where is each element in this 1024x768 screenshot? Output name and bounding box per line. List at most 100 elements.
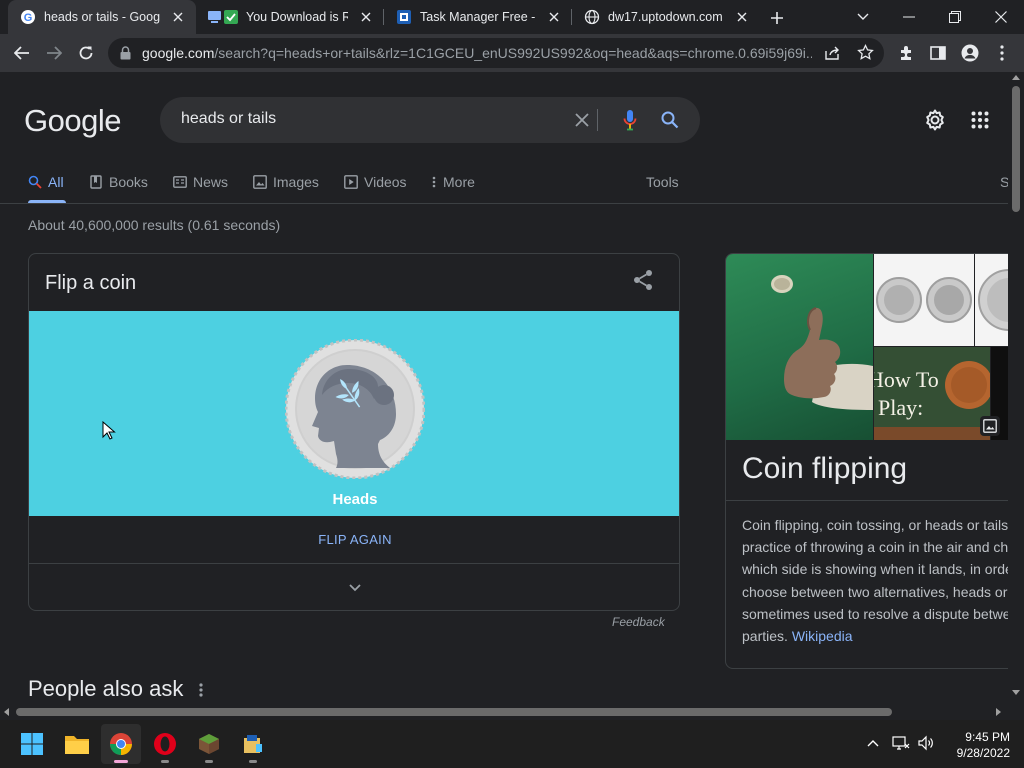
forward-button[interactable] (39, 38, 69, 68)
system-clock[interactable]: 9:45 PM 9/28/2022 (944, 729, 1010, 761)
close-tab-icon[interactable] (356, 7, 376, 27)
close-tab-icon[interactable] (168, 7, 188, 27)
close-tab-icon[interactable] (732, 7, 752, 27)
people-also-ask-heading: People also ask (28, 676, 184, 701)
tab-videos[interactable]: Videos (344, 172, 407, 192)
chevron-down-icon[interactable] (343, 576, 367, 600)
search-query[interactable]: heads or tails (181, 110, 276, 128)
coin-stage[interactable]: Heads (29, 311, 679, 516)
voice-search-icon[interactable] (618, 108, 642, 132)
app-installer-icon[interactable] (233, 724, 273, 764)
minecraft-icon[interactable] (189, 724, 229, 764)
back-button[interactable] (7, 38, 37, 68)
extensions-icon[interactable] (891, 38, 921, 68)
clear-search-icon[interactable] (570, 108, 594, 132)
thumbs-up-coin-image[interactable] (726, 254, 873, 440)
file-explorer-icon[interactable] (57, 724, 97, 764)
how-to-play-image[interactable]: How To Play: (874, 347, 990, 440)
opera-icon[interactable] (145, 724, 185, 764)
tools-button[interactable]: Tools (646, 172, 679, 192)
tab-google-search[interactable]: G heads or tails - Google (8, 0, 196, 34)
share-icon[interactable] (631, 268, 655, 292)
coin-heads-image[interactable] (284, 338, 426, 480)
more-options-icon[interactable] (196, 680, 206, 700)
feedback-link[interactable]: Feedback (612, 615, 665, 629)
tab-task-manager[interactable]: Task Manager Free - M (384, 0, 572, 34)
vertical-scroll-thumb[interactable] (1012, 86, 1020, 212)
tab-all[interactable]: All (28, 172, 64, 192)
vertical-scrollbar[interactable] (1008, 72, 1024, 704)
restore-button[interactable] (932, 0, 978, 34)
google-icon: G (20, 9, 36, 25)
scroll-up-arrow-icon[interactable] (1012, 74, 1020, 80)
reload-button[interactable] (71, 38, 101, 68)
tab-images[interactable]: Images (253, 172, 319, 192)
dime-image[interactable] (975, 254, 1008, 346)
safesearch-button[interactable]: S (1000, 172, 1008, 192)
mouse-cursor-icon (102, 420, 116, 441)
browser-toolbar: google.com/search?q=heads+or+tails&rlz=1… (0, 34, 1024, 72)
flip-coin-card: Flip a coin Heads FLIP AGAIN (28, 253, 680, 611)
running-app-indicator (205, 760, 213, 763)
description-line: parties. (742, 628, 788, 645)
profile-avatar-icon[interactable] (955, 38, 985, 68)
browser-menu-icon[interactable] (987, 38, 1017, 68)
address-bar[interactable]: google.com/search?q=heads+or+tails&rlz=1… (108, 38, 884, 68)
tab-news[interactable]: News (173, 172, 228, 192)
description-line: practice of throwing a coin in the air a… (742, 539, 1008, 556)
scroll-left-arrow-icon[interactable] (3, 708, 9, 716)
google-logo[interactable]: Google (24, 103, 121, 139)
url-text: google.com/search?q=heads+or+tails&rlz=1… (142, 45, 812, 61)
start-icon[interactable] (12, 724, 52, 764)
svg-text:G: G (24, 12, 33, 24)
scroll-right-arrow-icon[interactable] (996, 708, 1002, 716)
search-submit-icon[interactable] (658, 108, 682, 132)
search-input[interactable]: heads or tails (160, 97, 700, 143)
lock-icon (120, 46, 131, 65)
tab-uptodown[interactable]: dw17.uptodown.com (572, 0, 760, 34)
play-label: Play: (878, 395, 923, 420)
tab-more[interactable]: More (431, 172, 475, 192)
windows-taskbar: 9:45 PM 9/28/2022 (0, 720, 1024, 768)
tab-search-chevron-icon[interactable] (840, 0, 886, 34)
chrome-icon[interactable] (101, 724, 141, 764)
tab-title: Task Manager Free - M (420, 10, 536, 24)
tab-books[interactable]: Books (89, 172, 148, 192)
tab-label: Books (109, 174, 148, 190)
settings-gear-icon[interactable] (923, 108, 947, 132)
close-window-button[interactable] (978, 0, 1024, 34)
volume-icon[interactable] (915, 732, 937, 754)
tab-label: Videos (364, 174, 407, 190)
flip-again-button[interactable]: FLIP AGAIN (29, 516, 679, 564)
more-images-icon[interactable] (980, 416, 1000, 436)
tab-download[interactable]: You Download is Re (196, 0, 384, 34)
tab-title: heads or tails - Google (44, 10, 160, 24)
horizontal-scrollbar[interactable] (0, 704, 1008, 720)
bookmark-star-icon[interactable] (857, 43, 874, 66)
news-icon (173, 175, 187, 189)
panel-title: Coin flipping (742, 452, 908, 485)
searchbox-divider (597, 109, 598, 131)
quarters-image[interactable] (874, 254, 974, 346)
minimize-button[interactable] (886, 0, 932, 34)
close-tab-icon[interactable] (544, 7, 564, 27)
show-hidden-icons-chevron-icon[interactable] (862, 732, 884, 754)
globe-icon (584, 9, 600, 25)
panel-divider (726, 500, 1008, 501)
tools-label: Tools (646, 174, 679, 190)
google-apps-icon[interactable] (971, 111, 989, 129)
wikipedia-link[interactable]: Wikipedia (792, 628, 853, 644)
description-last-line: parties. Wikipedia (742, 625, 1008, 647)
new-tab-button[interactable] (764, 5, 790, 31)
side-panel-icon[interactable] (923, 38, 953, 68)
how-to-label: How To (874, 367, 939, 392)
active-app-indicator (114, 760, 128, 763)
task-manager-icon (396, 9, 412, 25)
widget-title: Flip a coin (45, 272, 137, 294)
clock-date: 9/28/2022 (956, 746, 1010, 760)
share-page-icon[interactable] (824, 45, 840, 66)
horizontal-scroll-thumb[interactable] (16, 708, 892, 716)
running-app-indicator (249, 760, 257, 763)
scroll-down-arrow-icon[interactable] (1012, 690, 1020, 696)
network-icon[interactable] (890, 732, 912, 754)
